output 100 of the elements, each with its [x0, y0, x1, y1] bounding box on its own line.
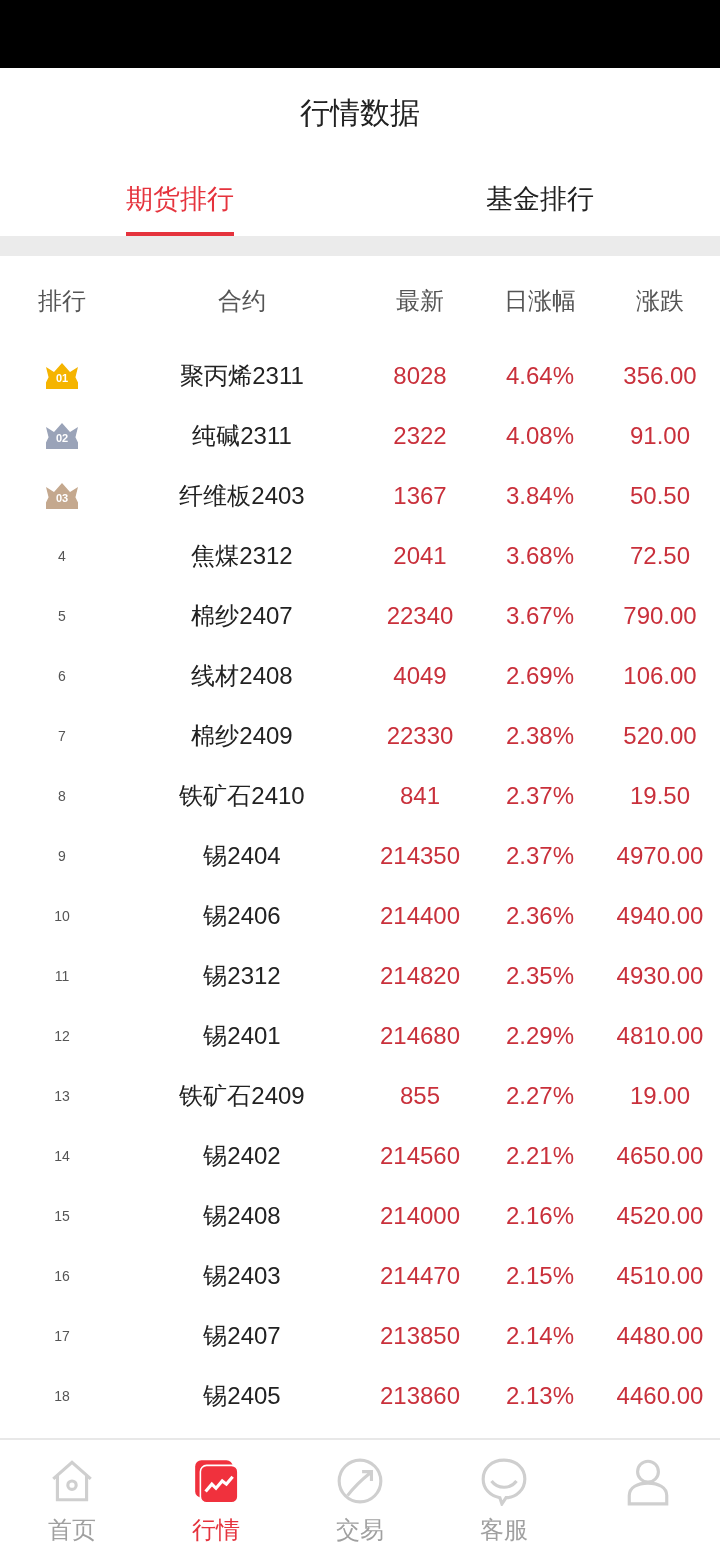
latest-price: 213850	[379, 1321, 461, 1351]
latest-price: 841	[399, 781, 440, 811]
contract-name: 棉纱2409	[191, 721, 293, 751]
rank-number: 8	[58, 786, 66, 806]
latest-price: 214820	[379, 961, 461, 991]
rank-number: 14	[54, 1146, 70, 1166]
price-change: 4510.00	[616, 1261, 704, 1291]
rank-number: 12	[54, 1026, 70, 1046]
rank-number: 15	[54, 1206, 70, 1226]
price-change: 520.00	[623, 721, 697, 751]
rank-number: 9	[58, 846, 66, 866]
nav-tab[interactable]: 交易	[288, 1440, 432, 1560]
nav-tab[interactable]: 首页	[0, 1440, 144, 1560]
daily-change-percent: 2.36%	[505, 901, 575, 931]
daily-change-percent: 2.35%	[505, 961, 575, 991]
rank-number: 4	[58, 546, 66, 566]
daily-change-percent: 2.69%	[505, 661, 575, 691]
contract-name: 锡2408	[203, 1201, 281, 1231]
latest-price: 214560	[379, 1141, 461, 1171]
column-header: 排行	[38, 286, 86, 316]
latest-price: 4049	[393, 661, 447, 691]
latest-price: 214400	[379, 901, 461, 931]
rank-number: 5	[58, 606, 66, 626]
contract-name: 铁矿石2410	[179, 781, 305, 811]
daily-change-percent: 2.27%	[505, 1081, 575, 1111]
column-header: 合约	[218, 286, 266, 316]
daily-change-percent: 3.68%	[505, 541, 575, 571]
latest-price: 214350	[379, 841, 461, 871]
rank-badge: 01	[46, 363, 78, 389]
daily-change-percent: 3.67%	[505, 601, 575, 631]
latest-price: 22340	[386, 601, 454, 631]
price-change: 4460.00	[616, 1381, 704, 1411]
rank-number: 16	[54, 1266, 70, 1286]
price-change: 106.00	[623, 661, 697, 691]
contract-name: 锡2407	[203, 1321, 281, 1351]
contract-name: 线材2408	[191, 661, 293, 691]
price-change: 50.50	[629, 481, 691, 511]
price-change: 356.00	[623, 361, 697, 391]
daily-change-percent: 4.64%	[505, 361, 575, 391]
rank-number: 6	[58, 666, 66, 686]
price-change: 790.00	[623, 601, 697, 631]
contract-name: 铁矿石2409	[179, 1081, 305, 1111]
column-header: 涨跌	[636, 286, 684, 316]
daily-change-percent: 2.15%	[505, 1261, 575, 1291]
rank-number: 13	[54, 1086, 70, 1106]
price-change: 4480.00	[616, 1321, 704, 1351]
daily-change-percent: 3.84%	[505, 481, 575, 511]
contract-name: 棉纱2407	[191, 601, 293, 631]
arrow-circle-icon	[335, 1456, 385, 1506]
rank-badge: 03	[46, 483, 78, 509]
price-change: 19.00	[629, 1081, 691, 1111]
rank-number: 18	[54, 1386, 70, 1406]
contract-name: 锡2405	[203, 1381, 281, 1411]
latest-price: 1367	[393, 481, 447, 511]
daily-change-percent: 2.37%	[505, 841, 575, 871]
price-change: 72.50	[629, 541, 691, 571]
nav-tab[interactable]: 行情	[144, 1440, 288, 1560]
rank-number: 11	[54, 966, 70, 986]
page-title: 行情数据	[300, 94, 420, 131]
price-change: 4520.00	[616, 1201, 704, 1231]
price-change: 4930.00	[616, 961, 704, 991]
price-change: 4970.00	[616, 841, 704, 871]
rank-number: 17	[54, 1326, 70, 1346]
column-header: 日涨幅	[504, 286, 576, 316]
contract-name: 纤维板2403	[179, 481, 305, 511]
latest-price: 214680	[379, 1021, 461, 1051]
contract-name: 焦煤2312	[191, 541, 293, 571]
rank-number: 10	[54, 906, 70, 926]
contract-name: 锡2401	[203, 1021, 281, 1051]
rank-number: 7	[58, 726, 66, 746]
contract-name: 锡2402	[203, 1141, 281, 1171]
daily-change-percent: 2.21%	[505, 1141, 575, 1171]
price-change: 4650.00	[616, 1141, 704, 1171]
daily-change-percent: 2.14%	[505, 1321, 575, 1351]
latest-price: 2041	[393, 541, 447, 571]
daily-change-percent: 2.16%	[505, 1201, 575, 1231]
daily-change-percent: 2.38%	[505, 721, 575, 751]
contract-name: 锡2403	[203, 1261, 281, 1291]
latest-price: 22330	[386, 721, 454, 751]
price-change: 4810.00	[616, 1021, 704, 1051]
latest-price: 214470	[379, 1261, 461, 1291]
chat-icon	[479, 1456, 529, 1506]
rank-badge: 02	[46, 423, 78, 449]
daily-change-percent: 4.08%	[505, 421, 575, 451]
latest-price: 213860	[379, 1381, 461, 1411]
latest-price: 2322	[393, 421, 447, 451]
daily-change-percent: 2.13%	[505, 1381, 575, 1411]
contract-name: 聚丙烯2311	[180, 361, 304, 391]
daily-change-percent: 2.29%	[505, 1021, 575, 1051]
price-change: 4940.00	[616, 901, 704, 931]
contract-name: 锡2406	[203, 901, 281, 931]
latest-price: 855	[399, 1081, 440, 1111]
tab[interactable]: 基金排行	[486, 156, 594, 236]
contract-name: 锡2404	[203, 841, 281, 871]
price-change: 91.00	[629, 421, 691, 451]
nav-tab[interactable]: 客服	[432, 1440, 576, 1560]
latest-price: 214000	[379, 1201, 461, 1231]
column-header: 最新	[396, 286, 444, 316]
latest-price: 8028	[393, 361, 447, 391]
price-change: 19.50	[629, 781, 691, 811]
